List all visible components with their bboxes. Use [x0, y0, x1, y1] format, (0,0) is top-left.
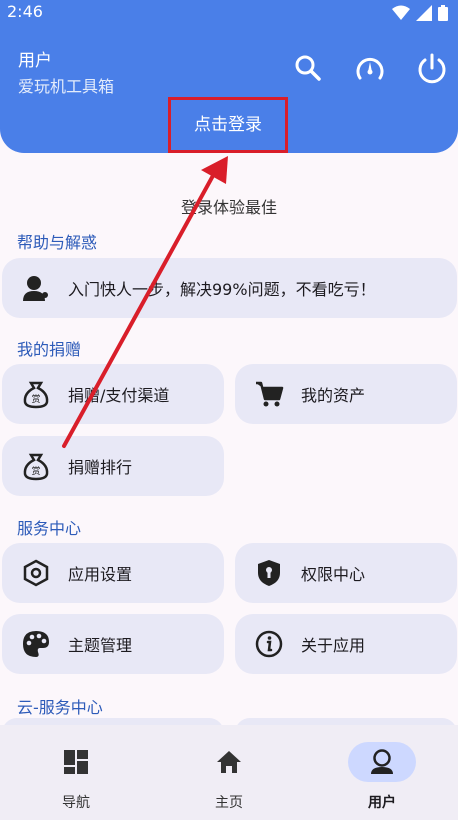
- card-label: 捐赠排行: [68, 458, 133, 477]
- battery-icon: [438, 5, 448, 21]
- app-subtitle: 爱玩机工具箱: [18, 77, 115, 96]
- wifi-icon: [392, 5, 410, 20]
- card-donate-channel[interactable]: 赏 捐赠/支付渠道: [2, 364, 224, 424]
- page-title: 用户: [18, 51, 52, 71]
- section-service: 服务中心: [17, 519, 82, 538]
- card-donate-rank[interactable]: 赏 捐赠排行: [2, 436, 224, 496]
- card-label: 权限中心: [301, 565, 366, 584]
- user-icon: [371, 749, 393, 774]
- status-icons: [392, 5, 448, 21]
- card-help-guide[interactable]: 入门快人一步，解决99%问题，不看吃亏！: [2, 258, 457, 318]
- card-label: 捐赠/支付渠道: [68, 386, 170, 405]
- money-bag-icon: 赏: [20, 378, 52, 410]
- hexagon-icon: [20, 557, 52, 589]
- signal-icon: [416, 5, 432, 21]
- shield-lock-icon: [253, 557, 285, 589]
- card-label: 关于应用: [301, 636, 366, 655]
- svg-text:赏: 赏: [31, 393, 40, 405]
- nav-label: 主页: [215, 795, 243, 811]
- card-my-assets[interactable]: 我的资产: [235, 364, 457, 424]
- card-app-settings[interactable]: 应用设置: [2, 543, 224, 603]
- nav-item-guide[interactable]: 导航: [0, 725, 152, 820]
- user-help-icon: [20, 272, 52, 304]
- card-label: 我的资产: [301, 386, 366, 405]
- card-theme-manage[interactable]: 主题管理: [2, 614, 224, 674]
- card-permission-center[interactable]: 权限中心: [235, 543, 457, 603]
- nav-item-user[interactable]: 用户: [306, 725, 458, 820]
- section-cloud: 云-服务中心: [17, 698, 103, 717]
- money-bag-icon: 赏: [20, 450, 52, 482]
- home-icon: [217, 751, 241, 773]
- status-time: 2:46: [7, 2, 43, 21]
- power-icon[interactable]: [416, 52, 448, 84]
- cart-icon: [253, 378, 285, 410]
- app-header: 用户 爱玩机工具箱 点击登录: [0, 26, 458, 153]
- status-bar: 2:46: [0, 0, 458, 26]
- section-help: 帮助与解惑: [17, 233, 98, 252]
- search-icon[interactable]: [292, 52, 324, 84]
- palette-icon: [20, 628, 52, 660]
- nav-label: 导航: [62, 795, 90, 811]
- info-icon: [253, 628, 285, 660]
- card-label: 应用设置: [68, 565, 133, 584]
- card-label: 主题管理: [68, 636, 133, 655]
- bottom-navigation: 导航 主页 用户: [0, 725, 458, 820]
- card-label: 入门快人一步，解决99%问题，不看吃亏！: [68, 280, 376, 299]
- speedometer-icon[interactable]: [354, 52, 386, 84]
- svg-text:赏: 赏: [31, 465, 40, 477]
- login-tip: 登录体验最佳: [180, 198, 277, 217]
- nav-label: 用户: [368, 795, 396, 811]
- card-about-app[interactable]: 关于应用: [235, 614, 457, 674]
- section-donate: 我的捐赠: [17, 340, 82, 359]
- nav-item-home[interactable]: 主页: [153, 725, 305, 820]
- login-button[interactable]: 点击登录: [168, 97, 288, 153]
- dashboard-icon: [64, 750, 88, 774]
